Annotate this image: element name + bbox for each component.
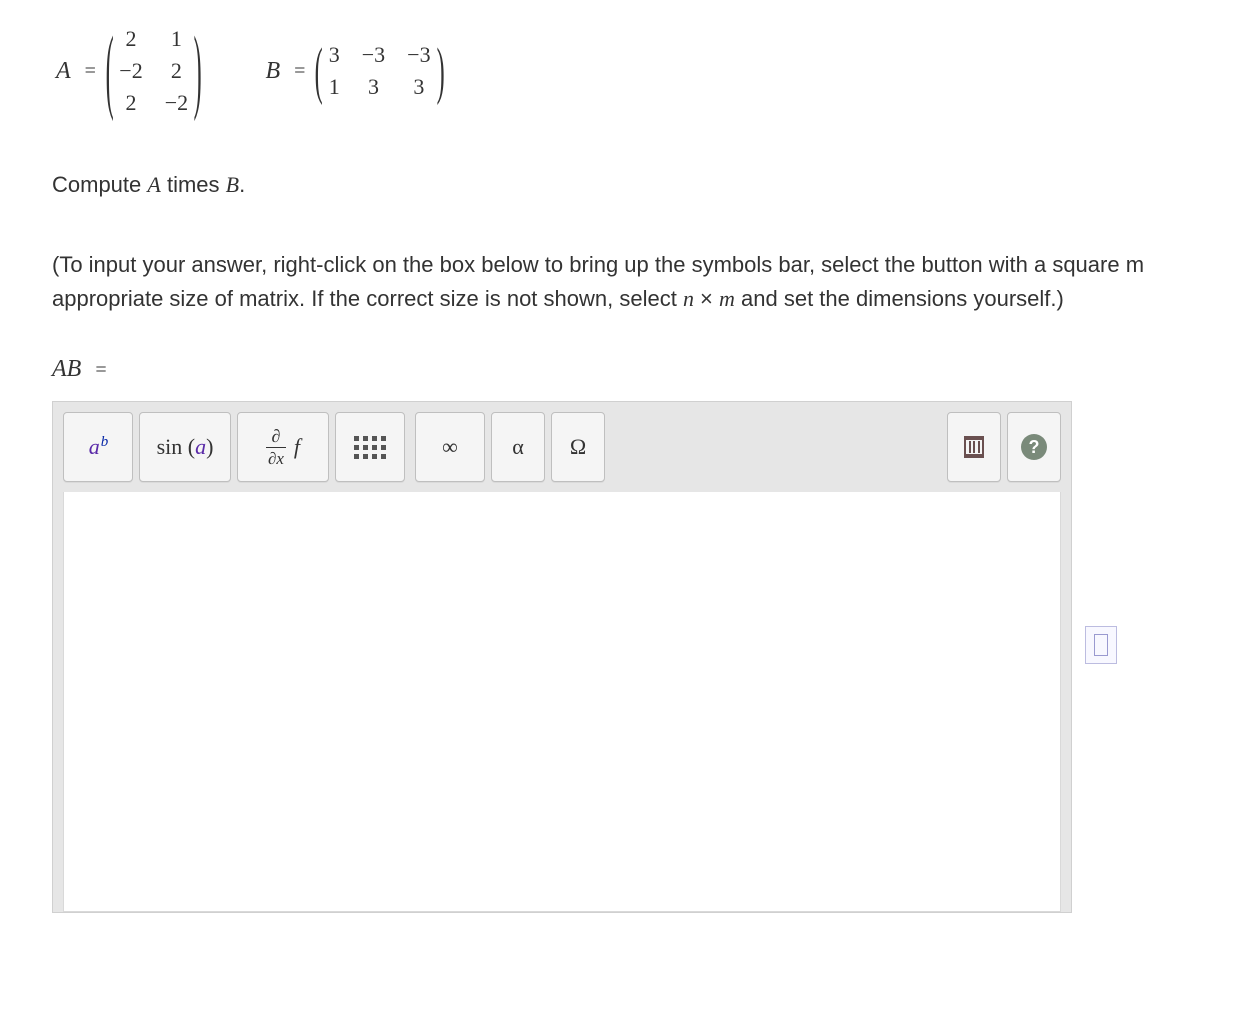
preview-icon bbox=[1094, 634, 1108, 656]
editor-toolbar: ab sin (a) ∂ ∂x bbox=[63, 412, 1061, 482]
omega-icon: Ω bbox=[570, 434, 586, 460]
input-instructions: (To input your answer, right-click on th… bbox=[52, 248, 1238, 316]
alpha-icon: α bbox=[512, 434, 524, 460]
prompt-var-A: A bbox=[147, 172, 160, 197]
matrix-A-label: A bbox=[52, 58, 75, 85]
greek-upper-button[interactable]: Ω bbox=[551, 412, 605, 482]
instructions-var-n: n bbox=[683, 286, 694, 311]
greek-lower-button[interactable]: α bbox=[491, 412, 545, 482]
matrix-cell: −2 bbox=[119, 58, 142, 84]
prompt-var-B: B bbox=[226, 172, 239, 197]
matrix-cell: 2 bbox=[119, 26, 142, 52]
matrix-cell: 3 bbox=[407, 74, 430, 100]
exponent-button[interactable]: ab bbox=[63, 412, 133, 482]
matrix-B-label: B bbox=[261, 58, 284, 85]
question-prompt: Compute A times B. bbox=[52, 172, 1238, 198]
matrix-grid-icon bbox=[354, 436, 386, 459]
matrix-B: B = ( 3 −3 −3 1 3 3 ) bbox=[261, 36, 443, 106]
prompt-text: times bbox=[161, 172, 226, 197]
exponent-icon: ab bbox=[89, 434, 108, 460]
prompt-text: Compute bbox=[52, 172, 147, 197]
preview-toggle[interactable] bbox=[1085, 626, 1117, 664]
matrix-cell: 3 bbox=[329, 42, 340, 68]
derivative-button[interactable]: ∂ ∂x f bbox=[237, 412, 329, 482]
left-paren-icon: ( bbox=[106, 15, 114, 127]
matrix-cell: −2 bbox=[165, 90, 188, 116]
math-editor: ab sin (a) ∂ ∂x bbox=[52, 401, 1072, 913]
matrix-cell: 2 bbox=[165, 58, 188, 84]
times-symbol: × bbox=[694, 286, 719, 311]
infinity-icon: ∞ bbox=[442, 434, 458, 460]
column-button[interactable] bbox=[947, 412, 1001, 482]
answer-AB: AB bbox=[52, 356, 81, 382]
equals-sign: = bbox=[284, 60, 315, 83]
trig-button[interactable]: sin (a) bbox=[139, 412, 231, 482]
matrix-cell: −3 bbox=[362, 42, 385, 68]
matrix-button[interactable] bbox=[335, 412, 405, 482]
prompt-text: . bbox=[239, 172, 245, 197]
sin-icon: sin (a) bbox=[157, 434, 214, 460]
right-paren-icon: ) bbox=[436, 33, 444, 108]
matrix-definitions: A = ( 2 1 −2 2 2 −2 ) B = ( 3 bbox=[52, 20, 1238, 122]
equals-sign: = bbox=[75, 60, 106, 83]
right-paren-icon: ) bbox=[194, 15, 202, 127]
instructions-text: and set the dimensions yourself.) bbox=[735, 286, 1064, 311]
matrix-cell: 1 bbox=[329, 74, 340, 100]
equals-sign: = bbox=[81, 359, 106, 381]
matrix-cell: 3 bbox=[362, 74, 385, 100]
matrix-cell: 1 bbox=[165, 26, 188, 52]
help-button[interactable]: ? bbox=[1007, 412, 1061, 482]
answer-label: AB= bbox=[52, 356, 1238, 383]
derivative-icon: ∂ ∂x f bbox=[266, 427, 300, 467]
left-paren-icon: ( bbox=[315, 33, 323, 108]
column-icon bbox=[964, 436, 984, 458]
answer-input[interactable] bbox=[63, 492, 1061, 912]
instructions-text: appropriate size of matrix. If the corre… bbox=[52, 286, 683, 311]
instructions-text: (To input your answer, right-click on th… bbox=[52, 252, 1144, 277]
help-icon: ? bbox=[1021, 434, 1047, 460]
matrix-cell: −3 bbox=[407, 42, 430, 68]
matrix-cell: 2 bbox=[119, 90, 142, 116]
matrix-A: A = ( 2 1 −2 2 2 −2 ) bbox=[52, 20, 201, 122]
instructions-var-m: m bbox=[719, 286, 735, 311]
infinity-button[interactable]: ∞ bbox=[415, 412, 485, 482]
